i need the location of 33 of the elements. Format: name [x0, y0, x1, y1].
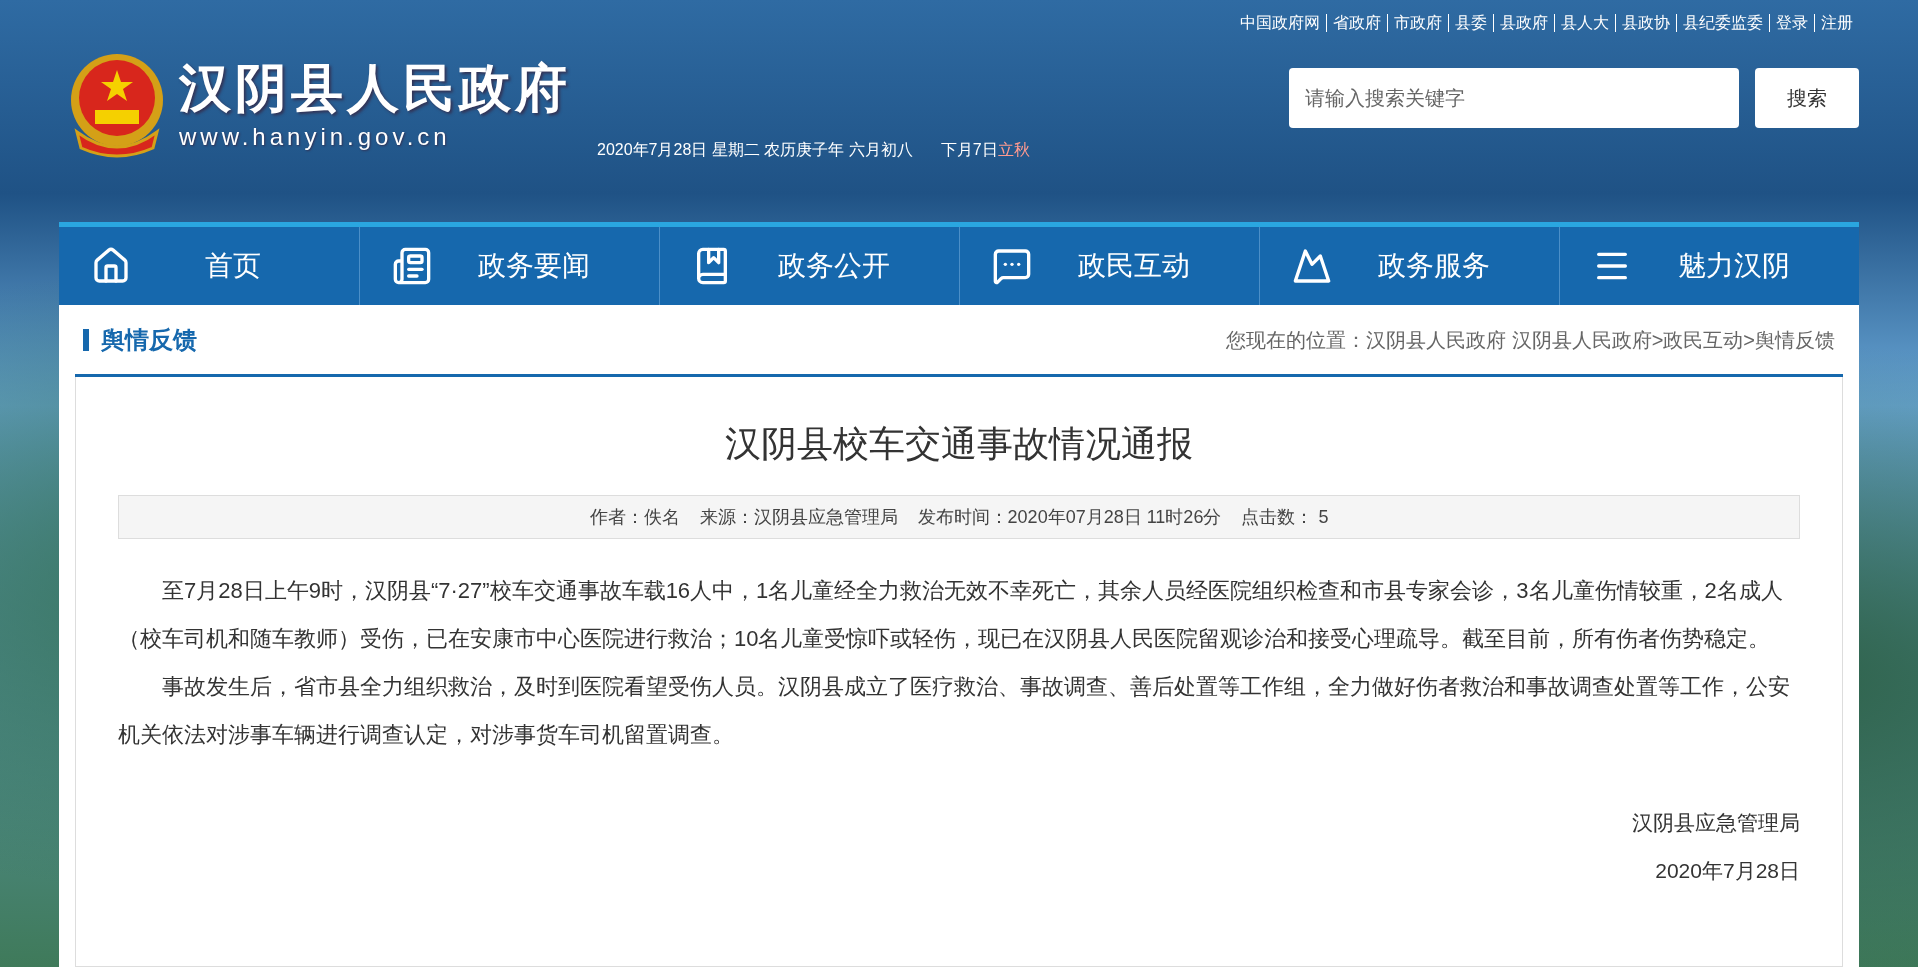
home-icon [91, 246, 131, 286]
article-paragraph: 事故发生后，省市县全力组织救治，及时到医院看望受伤人员。汉阴县成立了医疗救治、事故调查、善后处置等工作组，全力做好伤者救治和事故调查处置等工作，公安机关依法对涉事车辆进行调查认定，对涉事货车司机留置调查。 [118, 673, 1791, 749]
top-link[interactable]: 县政协 [1615, 14, 1676, 32]
nav-item[interactable]: 首页 [59, 227, 359, 305]
search-field[interactable]: 请输入搜索关键字 [1289, 68, 1739, 128]
breadcrumb: 您现在的位置：汉阴县人民政府 汉阴县人民政府>政民互动>舆情反馈 [1226, 327, 1835, 353]
article-date: 2020年7月28日 [1655, 858, 1800, 884]
chat-icon [992, 246, 1032, 286]
site-name: 汉阴县人民政府 [179, 58, 571, 119]
meta-item: 发布时间：2020年07月28日 11时26分 [917, 505, 1222, 529]
signature: 汉阴县应急管理局 [1632, 810, 1800, 836]
top-link[interactable]: 中国政府网 [1234, 14, 1326, 32]
search-button[interactable]: 搜索 [1755, 68, 1859, 128]
top-link[interactable]: 市政府 [1387, 14, 1448, 32]
meta-item: 来源：汉阴县应急管理局 [699, 505, 898, 529]
top-link[interactable]: 县政府 [1493, 14, 1554, 32]
site-url: www.hanyin.gov.cn [179, 122, 452, 152]
section-marker [83, 328, 89, 351]
date-line: 2020年7月28日 星期二 农历庚子年 六月初八 [597, 140, 913, 160]
meta-item: 作者：佚名 [589, 505, 680, 529]
top-link[interactable]: 县人大 [1554, 14, 1615, 32]
mountain-icon [1292, 246, 1332, 286]
top-link[interactable]: 注册 [1814, 14, 1859, 32]
section-title: 舆情反馈 [101, 324, 197, 355]
meta-item: 点击数： 5 [1241, 505, 1329, 529]
solar-term-line: 下月7日立秋 [940, 140, 1030, 160]
article-paragraph: 至7月28日上午9时，汉阴县“7·27”校车交通事故车载16人中，1名儿童经全力救治无效不幸死亡，其余人员经医院组织检查和市县专家会诊，3名儿童伤情较重，2名成人（校车司机和随车教师）受伤，已在安康市中心医院进行救治；10名儿童受惊吓或轻伤，现已在汉阴县人民医院留观诊治和接受心理疏导。截至目前，所有伤者伤势稳定。 [118, 577, 1784, 653]
top-link[interactable]: 登录 [1769, 14, 1814, 32]
top-link[interactable]: 县纪委监委 [1676, 14, 1769, 32]
newspaper-icon [392, 246, 432, 286]
top-link[interactable]: 县委 [1448, 14, 1493, 32]
top-link[interactable]: 省政府 [1326, 14, 1387, 32]
article-title: 汉阴县校车交通事故情况通报 [724, 422, 1194, 466]
